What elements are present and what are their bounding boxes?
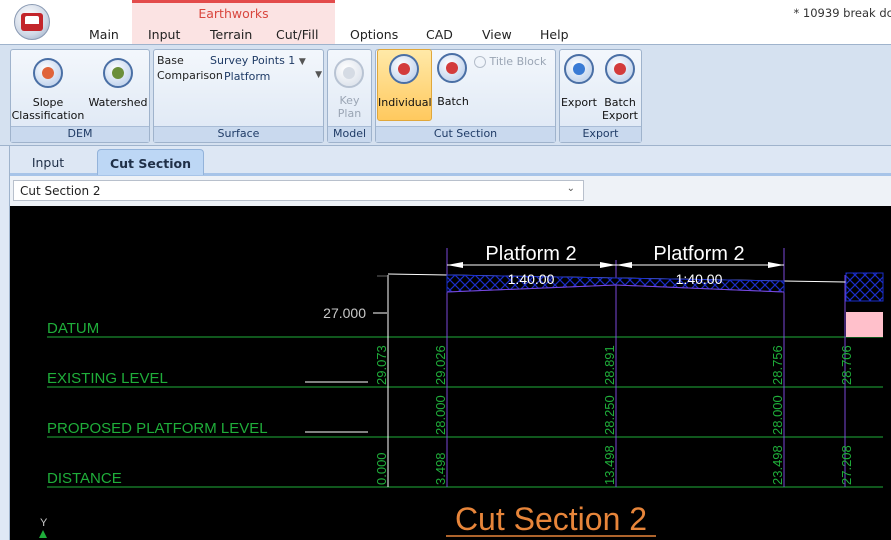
cut-section-group-title: Cut Section (376, 126, 555, 142)
hatch-legend-box (845, 272, 884, 302)
context-tab-label: Earthworks (198, 6, 269, 21)
proposed-level-1: 28.250 (602, 395, 617, 435)
pink-legend-box (846, 312, 883, 337)
export-icon (564, 54, 594, 84)
base-surface-select[interactable]: Survey Points 1 ▼ (210, 54, 306, 67)
menu-cad[interactable]: CAD (426, 27, 453, 42)
proposed-level-2: 28.000 (770, 395, 785, 435)
batch-export-button[interactable]: Batch Export (600, 54, 640, 124)
existing-level-1: 29.026 (433, 345, 448, 385)
batch-section-icon (437, 53, 467, 83)
row-label-distance: DISTANCE (47, 470, 122, 487)
arrow-head-1 (447, 262, 463, 268)
export-button[interactable]: Export (560, 54, 598, 124)
comparison-label: Comparison (157, 69, 223, 82)
document-title: * 10939 break dc (793, 6, 891, 20)
base-dropdown-arrow-icon: ▼ (298, 57, 306, 67)
batch-export-label: Batch Export (601, 96, 638, 122)
cut-section-select[interactable]: Cut Section 2 ⌄ (13, 180, 584, 201)
existing-level-2: 28.891 (602, 345, 617, 385)
arrow-head-3 (616, 262, 632, 268)
ribbon-group-model: Key Plan Model (327, 49, 372, 143)
arrow-head-2 (600, 262, 616, 268)
watershed-button[interactable]: Watershed (87, 54, 149, 124)
tab-input[interactable]: Input (20, 149, 76, 175)
base-surface-value: Survey Points 1 (210, 54, 296, 67)
platform-label-2: Platform 2 (653, 243, 744, 265)
surface-group-title: Surface (154, 126, 323, 142)
title-block-icon (474, 56, 486, 68)
ribbon-group-surface: Base Survey Points 1 ▼ Comparison Platfo… (153, 49, 324, 143)
title-block-button[interactable]: Title Block (474, 55, 554, 68)
comparison-surface-value: Platform (224, 70, 271, 83)
menu-terrain[interactable]: Terrain (210, 27, 252, 42)
cut-section-select-value: Cut Section 2 (20, 184, 101, 198)
cut-section-drawing: 27.000 Platform 2 Platform 2 1:40.00 1:4… (39, 243, 884, 538)
distance-2: 13.498 (602, 445, 617, 485)
key-plan-label: Key Plan (337, 94, 362, 120)
existing-level-3: 28.756 (770, 345, 785, 385)
watershed-label: Watershed (88, 96, 148, 109)
menu-options[interactable]: Options (350, 27, 398, 42)
batch-export-icon (605, 54, 635, 84)
model-group-title: Model (328, 126, 371, 142)
app-window: Earthworks Main Input Terrain Cut/Fill O… (0, 0, 891, 540)
section-title: Cut Section 2 (455, 501, 647, 537)
ucs-axis-icon (39, 530, 47, 538)
distance-0: 0.000 (374, 452, 389, 485)
row-label-existing: EXISTING LEVEL (47, 370, 168, 387)
row-label-proposed: PROPOSED PLATFORM LEVEL (47, 420, 268, 437)
export-group-title: Export (560, 126, 641, 142)
tab-cut-section[interactable]: Cut Section (97, 149, 204, 175)
dem-group-title: DEM (11, 126, 149, 142)
distance-3: 23.498 (770, 445, 785, 485)
row-label-datum: DATUM (47, 320, 99, 337)
slope-classification-label: Slope Classification (11, 96, 85, 122)
title-block-label: Title Block (489, 55, 547, 68)
slope-classification-button[interactable]: Slope Classification (11, 54, 85, 124)
left-panel-edge (0, 146, 10, 540)
export-label: Export (560, 96, 597, 109)
menu-input[interactable]: Input (148, 27, 180, 42)
existing-level-4: 28.706 (839, 345, 854, 385)
datum-value: 27.000 (323, 305, 366, 321)
ribbon-group-export: Export Batch Export Export (559, 49, 642, 143)
distance-1: 3.498 (433, 452, 448, 485)
chevron-down-icon: ⌄ (566, 183, 575, 194)
batch-label: Batch (437, 95, 469, 108)
platform-label-1: Platform 2 (485, 243, 576, 265)
menu-cut-fill[interactable]: Cut/Fill (276, 27, 318, 42)
cad-drawing-canvas[interactable]: 27.000 Platform 2 Platform 2 1:40.00 1:4… (10, 206, 891, 540)
grade-label-2: 1:40.00 (676, 271, 723, 287)
axis-y-label: Y (40, 517, 48, 529)
individual-label: Individual (378, 96, 432, 109)
grade-label-1: 1:40.00 (508, 271, 555, 287)
distance-4: 27.208 (839, 445, 854, 485)
arrow-head-4 (768, 262, 784, 268)
comparison-dropdown-arrow-icon: ▼ (315, 70, 322, 80)
ribbon-group-dem: Slope Classification Watershed DEM (10, 49, 150, 143)
comparison-surface-select[interactable]: Platform ▼ (224, 70, 322, 83)
ribbon: Slope Classification Watershed DEM Base … (0, 44, 891, 146)
app-menu-button[interactable] (14, 4, 50, 40)
watershed-icon (103, 58, 133, 88)
existing-level-0: 29.073 (374, 345, 389, 385)
proposed-level-0: 28.000 (433, 395, 448, 435)
slope-classification-icon (33, 58, 63, 88)
menu-view[interactable]: View (482, 27, 512, 42)
key-plan-icon (334, 58, 364, 88)
individual-section-icon (389, 54, 419, 84)
menu-main[interactable]: Main (89, 27, 119, 42)
app-logo-icon (21, 13, 43, 31)
key-plan-button[interactable]: Key Plan (328, 54, 371, 124)
base-label: Base (157, 54, 184, 67)
individual-button[interactable]: Individual (377, 49, 432, 121)
batch-button[interactable]: Batch (433, 53, 473, 123)
menu-help[interactable]: Help (540, 27, 569, 42)
